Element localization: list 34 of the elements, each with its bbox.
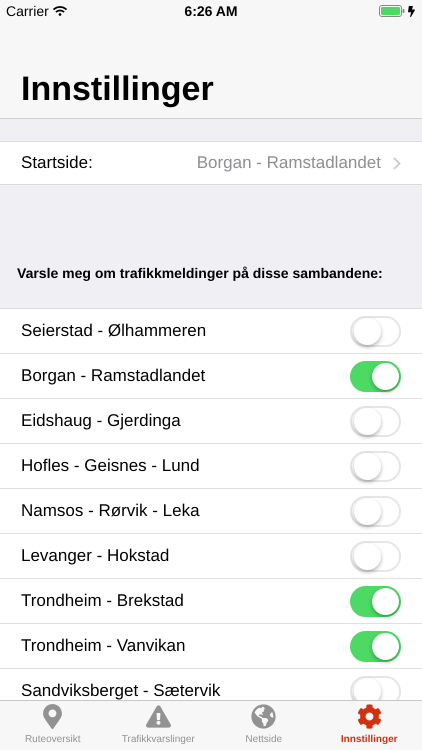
tab-item[interactable]: Ruteoversikt bbox=[0, 701, 106, 750]
battery-icon bbox=[378, 5, 405, 17]
toggle-switch[interactable] bbox=[350, 540, 401, 572]
toggle-switch[interactable] bbox=[350, 630, 401, 662]
route-name: Borgan - Ramstadlandet bbox=[21, 365, 206, 388]
route-name: Trondheim - Vanvikan bbox=[21, 635, 186, 658]
toggle-switch[interactable] bbox=[350, 676, 401, 700]
section-header: Varsle meg om trafikkmeldinger på disse sambandene: bbox=[17, 264, 383, 283]
page-title: Innstillinger bbox=[21, 69, 214, 110]
route-name: Hofles - Geisnes - Lund bbox=[21, 455, 200, 478]
route-name: Sandviksberget - Sætervik bbox=[21, 680, 220, 700]
warning-icon bbox=[146, 704, 171, 729]
charging-icon bbox=[406, 6, 416, 16]
route-name: Seierstad - Ølhammeren bbox=[21, 320, 206, 342]
tab-item[interactable]: Trafikkvarslinger bbox=[106, 701, 211, 750]
status-time: 6:26 AM bbox=[184, 2, 238, 20]
tab-item[interactable]: Innstillinger bbox=[316, 701, 422, 750]
wifi-icon bbox=[52, 4, 67, 18]
toggle-switch[interactable] bbox=[350, 360, 401, 392]
tab-item[interactable]: Nettside bbox=[211, 701, 316, 750]
chevron-icon bbox=[393, 156, 401, 170]
start-page-row[interactable]: Startside: Borgan - Ramstadlandet bbox=[0, 141, 422, 185]
route-name: Eidshaug - Gjerdinga bbox=[21, 410, 181, 432]
route-name: Namsos - Rørvik - Leka bbox=[21, 500, 200, 522]
toggle-switch[interactable] bbox=[350, 316, 401, 346]
globe-icon bbox=[251, 704, 276, 729]
settings-icon bbox=[356, 704, 382, 729]
toggle-switch[interactable] bbox=[350, 586, 401, 616]
carrier-label: Carrier bbox=[6, 2, 49, 20]
toggle-switch[interactable] bbox=[350, 496, 401, 526]
route-name: Trondheim - Brekstad bbox=[21, 590, 184, 612]
toggle-switch[interactable] bbox=[350, 450, 401, 482]
toggle-switch[interactable] bbox=[350, 406, 401, 436]
route-name: Levanger - Hokstad bbox=[21, 545, 170, 568]
